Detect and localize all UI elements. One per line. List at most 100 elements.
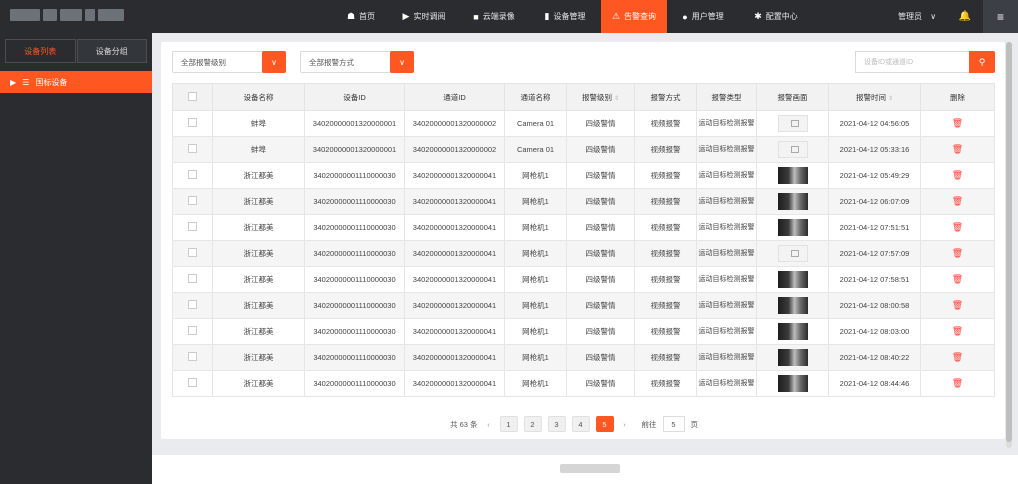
chevron-down-icon[interactable]: ∨ bbox=[390, 51, 414, 73]
admin-menu[interactable]: 管理员 ∨ bbox=[887, 11, 947, 22]
cell-delete[interactable]: 🗑 bbox=[920, 162, 995, 189]
trash-icon[interactable]: 🗑 bbox=[952, 118, 963, 128]
cell-delete[interactable]: 🗑 bbox=[920, 318, 995, 345]
nav-item-2[interactable]: ■ 云端录像 bbox=[459, 0, 529, 33]
col-alarm-level[interactable]: 报警级别 ⇕ bbox=[566, 83, 635, 111]
cell-delete[interactable]: 🗑 bbox=[920, 370, 995, 397]
page-button[interactable]: 5 bbox=[595, 416, 614, 432]
alarm-thumbnail[interactable] bbox=[777, 323, 808, 340]
row-checkbox[interactable] bbox=[172, 188, 213, 215]
row-checkbox[interactable] bbox=[172, 292, 213, 319]
sidebar: 设备列表 设备分组 ▶ ☰ 国标设备 bbox=[0, 33, 152, 484]
cell-alarm-image[interactable] bbox=[756, 318, 829, 345]
cell-alarm-image[interactable] bbox=[756, 240, 829, 267]
trash-icon[interactable]: 🗑 bbox=[952, 170, 963, 180]
trash-icon[interactable]: 🗑 bbox=[952, 222, 963, 232]
row-checkbox[interactable] bbox=[172, 240, 213, 267]
alarm-thumbnail[interactable] bbox=[777, 297, 808, 314]
alarm-level-select[interactable]: 全部报警级别 ∨ bbox=[172, 51, 286, 73]
cell-alarm-image[interactable] bbox=[756, 292, 829, 319]
nav-item-1[interactable]: ▶ 实时调阅 bbox=[389, 0, 459, 33]
cell-device-id: 34020000001110000030 bbox=[304, 292, 405, 319]
nav-item-3[interactable]: ▮ 设备管理 bbox=[529, 0, 601, 33]
alarm-thumbnail[interactable] bbox=[777, 141, 808, 158]
nav-item-4[interactable]: ⚠ 告警查询 bbox=[601, 0, 667, 33]
cell-channel-name: 网枪机1 bbox=[504, 162, 567, 189]
scrollbar-thumb[interactable] bbox=[1006, 42, 1012, 442]
vertical-scrollbar[interactable] bbox=[1006, 42, 1012, 448]
trash-icon[interactable]: 🗑 bbox=[952, 196, 963, 206]
alarm-thumbnail[interactable] bbox=[777, 193, 808, 210]
cell-alarm-image[interactable] bbox=[756, 370, 829, 397]
goto-page-input[interactable]: 5 bbox=[662, 416, 685, 432]
cell-alarm-image[interactable] bbox=[756, 162, 829, 189]
cell-delete[interactable]: 🗑 bbox=[920, 292, 995, 319]
trash-icon[interactable]: 🗑 bbox=[952, 352, 963, 362]
cell-delete[interactable]: 🗑 bbox=[920, 188, 995, 215]
alarm-method-select[interactable]: 全部报警方式 ∨ bbox=[300, 51, 414, 73]
cell-alarm-time: 2021-04-12 08:44:46 bbox=[828, 370, 921, 397]
sidebar-item-gb-device[interactable]: ▶ ☰ 国标设备 bbox=[0, 71, 152, 93]
cell-delete[interactable]: 🗑 bbox=[920, 136, 995, 163]
sort-icon[interactable]: ⇕ bbox=[614, 96, 619, 102]
tab-device-list[interactable]: 设备列表 bbox=[5, 39, 76, 63]
alarm-thumbnail[interactable] bbox=[777, 167, 808, 184]
col-channel-name: 通道名称 bbox=[504, 83, 567, 111]
row-checkbox[interactable] bbox=[172, 162, 213, 189]
cell-alarm-image[interactable] bbox=[756, 110, 829, 137]
cell-delete[interactable]: 🗑 bbox=[920, 240, 995, 267]
tab-device-group[interactable]: 设备分组 bbox=[76, 39, 147, 63]
trash-icon[interactable]: 🗑 bbox=[952, 378, 963, 388]
table-row: 蚌埠 34020000001320000001 340200000013200000… bbox=[172, 110, 995, 137]
row-checkbox[interactable] bbox=[172, 110, 213, 137]
cell-device-id: 34020000001320000001 bbox=[304, 110, 405, 137]
page-button[interactable]: 3 bbox=[547, 416, 566, 432]
row-checkbox[interactable] bbox=[172, 266, 213, 293]
alarm-thumbnail[interactable] bbox=[777, 115, 808, 132]
page-button[interactable]: 4 bbox=[571, 416, 590, 432]
sort-icon[interactable]: ⇕ bbox=[888, 96, 893, 102]
cell-alarm-image[interactable] bbox=[756, 136, 829, 163]
trash-icon[interactable]: 🗑 bbox=[952, 326, 963, 336]
alarm-thumbnail[interactable] bbox=[777, 349, 808, 366]
alarm-thumbnail[interactable] bbox=[777, 245, 808, 262]
nav-item-0[interactable]: ☗ 首页 bbox=[333, 0, 389, 33]
page-button[interactable]: 2 bbox=[523, 416, 542, 432]
search-icon[interactable]: ⚲ bbox=[969, 51, 995, 73]
cell-alarm-image[interactable] bbox=[756, 266, 829, 293]
alarm-thumbnail[interactable] bbox=[777, 271, 808, 288]
bell-icon[interactable]: 🔔 bbox=[947, 11, 983, 22]
row-checkbox[interactable] bbox=[172, 370, 213, 397]
trash-icon[interactable]: 🗑 bbox=[952, 274, 963, 284]
next-page-icon[interactable]: › bbox=[620, 420, 630, 429]
nav-item-5[interactable]: ● 用户管理 bbox=[667, 0, 739, 33]
alarm-thumbnail[interactable] bbox=[777, 375, 808, 392]
chevron-down-icon[interactable]: ∨ bbox=[262, 51, 286, 73]
cell-device-id: 34020000001320000001 bbox=[304, 136, 405, 163]
alarm-thumbnail[interactable] bbox=[777, 219, 808, 236]
trash-icon[interactable]: 🗑 bbox=[952, 144, 963, 154]
row-checkbox[interactable] bbox=[172, 214, 213, 241]
prev-page-icon[interactable]: ‹ bbox=[484, 420, 494, 429]
table-row: 浙江都美 34020000001110000030 3402000000132000… bbox=[172, 188, 995, 215]
select-all-checkbox[interactable] bbox=[172, 83, 213, 111]
cell-alarm-image[interactable] bbox=[756, 188, 829, 215]
row-checkbox[interactable] bbox=[172, 344, 213, 371]
trash-icon[interactable]: 🗑 bbox=[952, 300, 963, 310]
hamburger-menu-icon[interactable]: ≡ bbox=[983, 0, 1018, 33]
cell-delete[interactable]: 🗑 bbox=[920, 266, 995, 293]
search-input[interactable]: 设备ID或通道ID bbox=[855, 51, 969, 73]
col-alarm-time[interactable]: 报警时间 ⇕ bbox=[828, 83, 921, 111]
nav-item-6[interactable]: ✱ 配置中心 bbox=[739, 0, 813, 33]
cell-delete[interactable]: 🗑 bbox=[920, 214, 995, 241]
cell-alarm-image[interactable] bbox=[756, 344, 829, 371]
cell-alarm-image[interactable] bbox=[756, 214, 829, 241]
row-checkbox[interactable] bbox=[172, 318, 213, 345]
row-checkbox[interactable] bbox=[172, 136, 213, 163]
page-button[interactable]: 1 bbox=[499, 416, 518, 432]
chevron-down-icon: ∨ bbox=[930, 12, 937, 21]
cell-delete[interactable]: 🗑 bbox=[920, 110, 995, 137]
trash-icon[interactable]: 🗑 bbox=[952, 248, 963, 258]
cell-channel-name: 网枪机1 bbox=[504, 292, 567, 319]
cell-delete[interactable]: 🗑 bbox=[920, 344, 995, 371]
